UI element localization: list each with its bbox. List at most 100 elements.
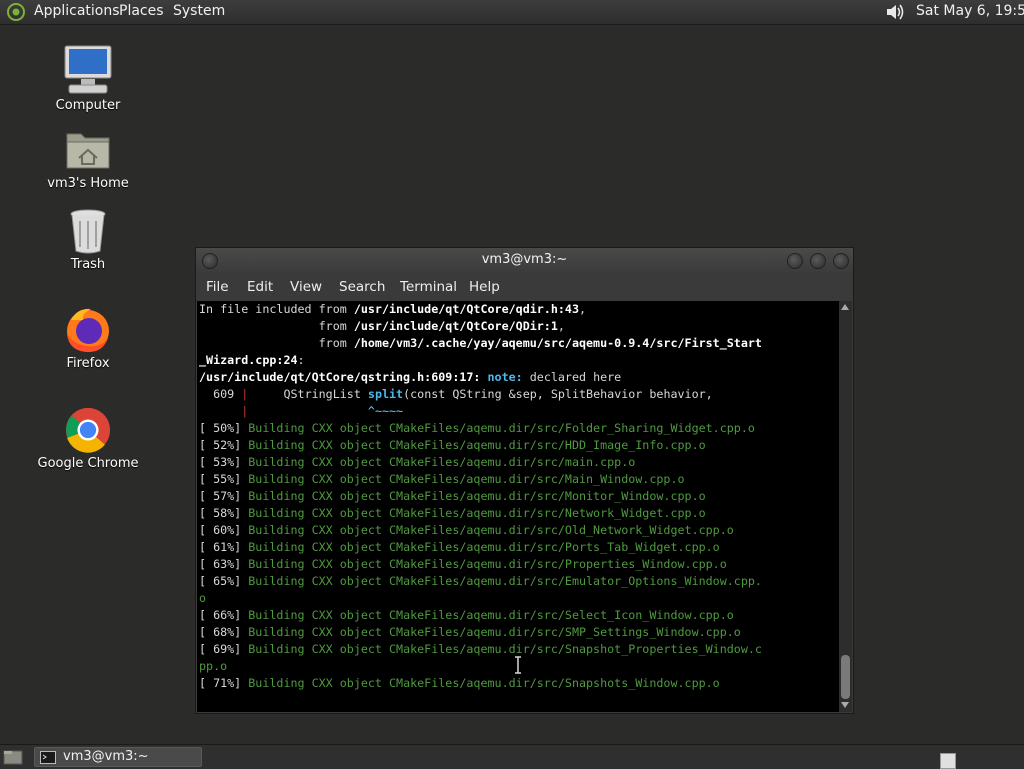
terminal-line: [ 63%] Building CXX object CMakeFiles/aq… [199, 556, 727, 573]
maximize-button[interactable] [810, 253, 826, 269]
desktop-icon-label: Computer [55, 98, 121, 113]
desktop-icon-label: Google Chrome [37, 456, 139, 471]
terminal-text: [ 50%] [199, 421, 249, 435]
terminal-text: [ 69%] [199, 642, 249, 656]
terminal-text: /usr/include/qt/QtCore/qdir.h:43 [353, 302, 579, 316]
terminal-text: pp.o [199, 659, 228, 673]
desktop-icon-home[interactable]: vm3's Home [28, 126, 148, 191]
terminal-line: In file included from /usr/include/qt/Qt… [199, 301, 586, 318]
ibeam-cursor-icon [515, 656, 521, 674]
desktop-icon-computer[interactable]: Computer [28, 44, 148, 113]
terminal-line: [ 52%] Building CXX object CMakeFiles/aq… [199, 437, 706, 454]
computer-icon [64, 45, 112, 94]
terminal-text: Building CXX object CMakeFiles/aqemu.dir… [248, 438, 706, 452]
terminal-text: [ 68%] [199, 625, 249, 639]
window-titlebar[interactable]: vm3@vm3:~ [196, 248, 853, 274]
terminal-text: , [578, 302, 587, 316]
terminal-text: _Wizard.cpp:24 [199, 353, 298, 367]
menu-system[interactable]: System [173, 3, 225, 19]
terminal-text: Building CXX object CMakeFiles/aqemu.dir… [248, 574, 762, 588]
window-menu-button[interactable] [202, 253, 218, 269]
terminal-line: [ 69%] Building CXX object CMakeFiles/aq… [199, 641, 762, 658]
terminal-line: _Wizard.cpp:24: [199, 352, 305, 369]
terminal-text: 609 [199, 387, 242, 401]
terminal-text: Building CXX object CMakeFiles/aqemu.dir… [248, 642, 762, 656]
terminal-text: note: [487, 370, 523, 384]
menu-help[interactable]: Help [469, 279, 500, 295]
terminal-text: In file included from [199, 302, 354, 316]
terminal-icon [40, 751, 56, 764]
desktop-icon-chrome[interactable]: Google Chrome [28, 406, 148, 471]
terminal-window[interactable]: vm3@vm3:~ File Edit View Search Terminal… [195, 247, 854, 714]
show-desktop-icon[interactable] [3, 748, 23, 766]
clock[interactable]: Sat May 6, 19:54 [916, 3, 1024, 19]
taskbar-window-label: vm3@vm3:~ [63, 749, 149, 764]
menu-search[interactable]: Search [339, 279, 385, 295]
scrollbar-thumb[interactable] [841, 655, 850, 699]
terminal-line: [ 66%] Building CXX object CMakeFiles/aq… [199, 607, 734, 624]
terminal-line: pp.o [199, 658, 227, 675]
home-folder-icon [66, 133, 110, 169]
terminal-text: from [199, 319, 354, 333]
minimize-button[interactable] [787, 253, 803, 269]
terminal-text: , [557, 319, 565, 333]
terminal-text: QStringList [248, 387, 368, 401]
menu-view[interactable]: View [290, 279, 322, 295]
menu-file[interactable]: File [206, 279, 229, 295]
scroll-down-arrow-icon[interactable] [841, 702, 849, 708]
desktop-icon-label: vm3's Home [47, 176, 129, 191]
terminal-text: [ 65%] [199, 574, 249, 588]
terminal-text: [ 60%] [199, 523, 249, 537]
bottom-panel: vm3@vm3:~ [0, 744, 1024, 769]
desktop-icon-label: Firefox [66, 356, 110, 371]
menu-edit[interactable]: Edit [247, 279, 273, 295]
terminal-text: [ 52%] [199, 438, 249, 452]
menu-places[interactable]: Places [119, 3, 164, 19]
terminal-text: Building CXX object CMakeFiles/aqemu.dir… [248, 625, 741, 639]
close-button[interactable] [833, 253, 849, 269]
terminal-text: Building CXX object CMakeFiles/aqemu.dir… [248, 608, 734, 622]
workspace-switcher[interactable] [940, 753, 956, 769]
terminal-line: [ 50%] Building CXX object CMakeFiles/aq… [199, 420, 755, 437]
terminal-line: [ 68%] Building CXX object CMakeFiles/aq… [199, 624, 741, 641]
terminal-line: /usr/include/qt/QtCore/qstring.h:609:17:… [199, 369, 621, 386]
terminal-text: Building CXX object CMakeFiles/aqemu.dir… [248, 506, 706, 520]
terminal-text: Building CXX object CMakeFiles/aqemu.dir… [248, 472, 685, 486]
terminal-line: [ 53%] Building CXX object CMakeFiles/aq… [199, 454, 635, 471]
terminal-text: declared here [522, 370, 622, 384]
terminal-line: [ 65%] Building CXX object CMakeFiles/aq… [199, 573, 762, 590]
taskbar-window-button[interactable]: vm3@vm3:~ [34, 747, 202, 767]
desktop-icon-firefox[interactable]: Firefox [28, 306, 148, 371]
terminal-text: o [199, 591, 207, 605]
desktop-icon-label: Trash [70, 257, 106, 272]
chrome-icon [65, 407, 111, 453]
terminal-scrollbar[interactable] [839, 301, 852, 712]
terminal-text: /usr/include/qt/QtCore/qstring.h:609:17: [199, 370, 481, 384]
window-title: vm3@vm3:~ [481, 252, 568, 267]
volume-icon[interactable] [884, 2, 906, 22]
distro-logo-icon[interactable] [6, 2, 26, 22]
terminal-text: Building CXX object CMakeFiles/aqemu.dir… [248, 523, 734, 537]
terminal-line: [ 60%] Building CXX object CMakeFiles/aq… [199, 522, 734, 539]
terminal-text: split [367, 387, 404, 401]
terminal-output[interactable]: In file included from /usr/include/qt/Qt… [197, 301, 839, 712]
terminal-line: from /home/vm3/.cache/yay/aqemu/src/aqem… [199, 335, 762, 352]
top-panel: Applications Places System Sat May 6, 19… [0, 0, 1024, 25]
terminal-line: [ 57%] Building CXX object CMakeFiles/aq… [199, 488, 706, 505]
terminal-text: : [297, 353, 305, 367]
scroll-up-arrow-icon[interactable] [841, 304, 849, 310]
terminal-text: [ 61%] [199, 540, 249, 554]
desktop-icon-trash[interactable]: Trash [28, 207, 148, 272]
terminal-text: Building CXX object CMakeFiles/aqemu.dir… [248, 421, 755, 435]
terminal-line: [ 55%] Building CXX object CMakeFiles/aq… [199, 471, 685, 488]
menu-applications[interactable]: Applications [34, 3, 120, 19]
terminal-line: [ 58%] Building CXX object CMakeFiles/aq… [199, 505, 706, 522]
menu-terminal[interactable]: Terminal [400, 279, 457, 295]
terminal-text: Building CXX object CMakeFiles/aqemu.dir… [248, 676, 720, 690]
terminal-text: Building CXX object CMakeFiles/aqemu.dir… [248, 489, 706, 503]
terminal-text: [ 66%] [199, 608, 249, 622]
terminal-text: Building CXX object CMakeFiles/aqemu.dir… [248, 455, 636, 469]
terminal-line: o [199, 590, 206, 607]
